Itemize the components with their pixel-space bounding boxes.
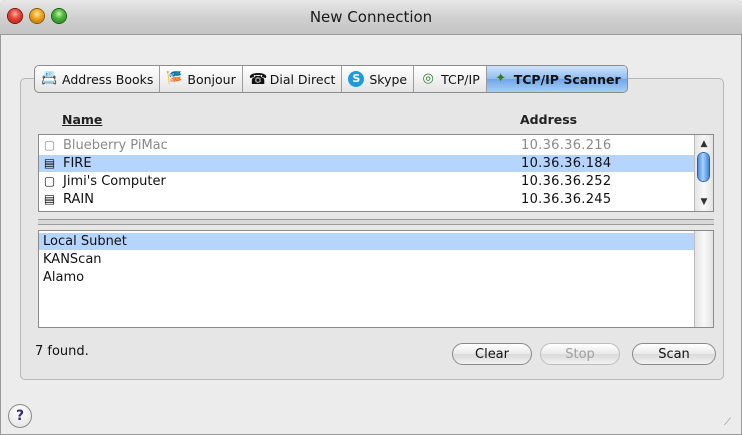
table-row[interactable]: ▢ Jimi's Computer 10.36.36.252	[39, 173, 695, 190]
subnet-item-local-subnet[interactable]: Local Subnet	[39, 233, 695, 250]
bonjour-icon: 🎏	[166, 71, 183, 86]
stop-button[interactable]: Stop	[540, 343, 620, 365]
split-view-divider[interactable]	[38, 219, 714, 225]
column-header-address[interactable]: Address	[520, 112, 577, 127]
resize-grip-icon[interactable]: ⟋	[724, 417, 736, 429]
tcpip-icon: ◎	[422, 71, 434, 86]
tab-dial-direct[interactable]: ☎ Dial Direct	[243, 66, 343, 92]
tab-skype[interactable]: S Skype	[342, 66, 415, 92]
host-name: FIRE	[63, 156, 92, 171]
host-address: 10.36.36.216	[521, 138, 612, 153]
tab-tcpip[interactable]: ◎ TCP/IP	[414, 66, 487, 92]
tab-label: TCP/IP	[441, 71, 480, 87]
host-address: 10.36.36.252	[521, 174, 612, 189]
host-name: Jimi's Computer	[63, 174, 166, 189]
server-icon: ▤	[43, 156, 56, 170]
tab-label: TCP/IP Scanner	[513, 71, 621, 87]
new-connection-window: New Connection 📇 Address Books 🎏 Bonjour…	[0, 0, 742, 435]
table-row[interactable]: ▤ RAIN 10.36.36.245	[39, 191, 695, 208]
tab-tcpip-scanner[interactable]: ✦ TCP/IP Scanner	[486, 66, 627, 92]
server-icon: ▤	[43, 192, 56, 206]
host-list[interactable]: ▢ Blueberry PiMac 10.36.36.216 ▤ FIRE 10…	[38, 134, 714, 212]
host-address: 10.36.36.184	[521, 156, 612, 171]
subnet-item-alamo[interactable]: Alamo	[39, 269, 695, 286]
scan-button[interactable]: Scan	[632, 343, 716, 365]
imac-icon: ▢	[43, 174, 56, 188]
imac-icon: ▢	[43, 138, 56, 152]
scroll-up-arrow-icon[interactable]: ▲	[695, 137, 713, 151]
table-row[interactable]: ▢ Blueberry PiMac 10.36.36.216	[39, 137, 695, 154]
tab-address-books[interactable]: 📇 Address Books	[35, 66, 161, 92]
tcpip-scanner-icon: ✦	[495, 71, 507, 86]
host-name: RAIN	[63, 192, 94, 207]
dial-direct-icon: ☎	[248, 70, 268, 88]
table-row[interactable]: ▤ FIRE 10.36.36.184	[39, 155, 695, 172]
tab-bar: 📇 Address Books 🎏 Bonjour ☎ Dial Direct …	[34, 65, 628, 93]
address-book-icon: 📇	[41, 71, 58, 86]
subnet-item-kanscan[interactable]: KANScan	[39, 251, 695, 268]
tab-panel	[20, 78, 724, 380]
tab-label: Skype	[369, 71, 408, 87]
title-bar[interactable]: New Connection	[0, 0, 742, 35]
host-name: Blueberry PiMac	[63, 138, 168, 153]
tab-label: Bonjour	[187, 71, 236, 87]
skype-icon: S	[348, 71, 365, 87]
tab-label: Dial Direct	[269, 71, 336, 87]
tab-bonjour[interactable]: 🎏 Bonjour	[160, 66, 243, 92]
subnet-list[interactable]: Local Subnet KANScan Alamo	[38, 230, 714, 328]
clear-button[interactable]: Clear	[452, 343, 532, 365]
scroll-thumb[interactable]	[698, 153, 709, 181]
tab-label: Address Books	[62, 71, 154, 87]
scroll-down-arrow-icon[interactable]: ▼	[695, 195, 713, 209]
host-address: 10.36.36.245	[521, 192, 612, 207]
window-title: New Connection	[309, 8, 433, 26]
help-icon[interactable]: ?	[8, 404, 32, 428]
subnet-list-scrollbar[interactable]	[694, 231, 713, 327]
host-list-scrollbar[interactable]: ▲ ▼	[694, 135, 713, 211]
status-text: 7 found.	[35, 344, 89, 359]
column-header-name[interactable]: Name	[62, 112, 102, 127]
